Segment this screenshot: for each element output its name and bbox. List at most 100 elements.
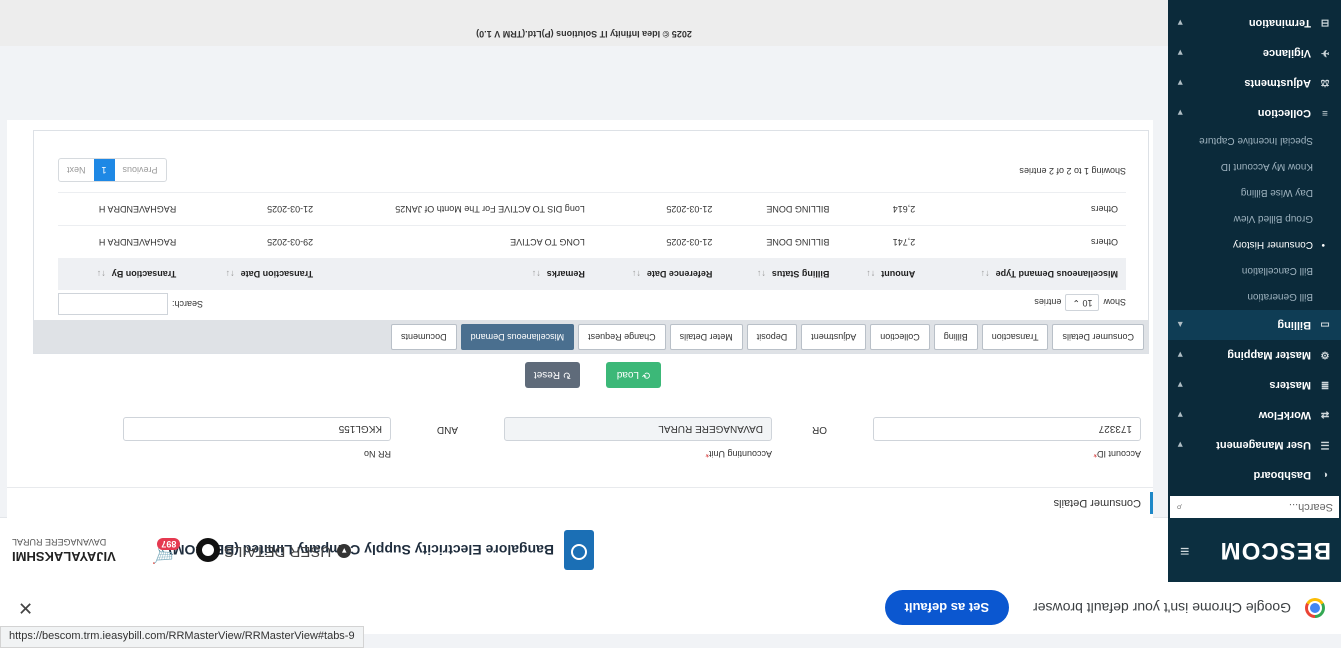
sidebar-subitem-bill-cancellation[interactable]: Bill Cancellation (1168, 258, 1341, 284)
sidebar-subitem-consumer-history[interactable]: Consumer History (1168, 232, 1341, 258)
tab-bar: Consumer Details Transaction Billing Col… (34, 320, 1148, 353)
column-header[interactable]: Transaction By ↑↓ (58, 258, 185, 290)
table-controls: Show 10 ⌄ entries Search: (34, 290, 1148, 320)
tab-documents[interactable]: Documents (391, 324, 457, 350)
entries-select[interactable]: 10 ⌄ (1065, 294, 1100, 311)
table-cell: 2,741 (837, 225, 924, 258)
status-url: https://bescom.trm.ieasybill.com/RRMaste… (0, 626, 364, 648)
sidebar-subitem-bill-generation[interactable]: Bill Generation (1168, 284, 1341, 310)
sidebar-item-label: Termination (1248, 17, 1311, 29)
sidebar-item-adjustments[interactable]: ⚖ Adjustments ▾ (1168, 68, 1341, 98)
sidebar-item-termination[interactable]: ⊟ Termination ▾ (1168, 8, 1341, 38)
close-icon[interactable]: ✕ (18, 597, 33, 618)
chevron-down-icon: ▾ (1178, 48, 1183, 59)
reset-button[interactable]: ↻ Reset (525, 362, 580, 388)
accounting-unit-select[interactable]: DAVANAGERE RURAL (504, 417, 772, 441)
set-default-button[interactable]: Set as default (884, 590, 1010, 626)
table-search-input[interactable] (58, 293, 168, 315)
table-cell: 2,614 (837, 192, 924, 226)
avatar[interactable] (196, 538, 220, 562)
rr-no-label: RR No (363, 449, 391, 459)
table-footer: Showing 1 to 2 of 2 entries Previous 1 N… (34, 156, 1148, 192)
column-header[interactable]: Transaction Date ↑↓ (184, 258, 322, 290)
table-info: Showing 1 to 2 of 2 entries (1019, 166, 1126, 176)
sort-icon: ↑↓ (225, 269, 235, 279)
table-row: Others 2,741 BILLING DONE 21-03-2025 LON… (58, 225, 1126, 258)
sidebar-subitem-label: Group Billed View (1233, 213, 1313, 225)
chevron-down-icon: ▾ (1178, 78, 1183, 89)
misc-demand-table: Miscellaneous Demand Type ↑↓ Amount ↑↓ Bil… (58, 192, 1126, 290)
sidebar-search-input[interactable]: Search... ⌕ (1170, 496, 1339, 518)
cart-icon[interactable]: 🛒 897 (152, 538, 181, 564)
sidebar-item-label: WorkFlow (1258, 409, 1311, 421)
chrome-icon (1305, 598, 1325, 618)
previous-button[interactable]: Previous (115, 159, 166, 181)
sidebar-subitem-know-my-account-id[interactable]: Know My Account ID (1168, 154, 1341, 180)
rr-no-input[interactable]: KKGL155 (123, 417, 391, 441)
table-cell: BILLING DONE (720, 192, 838, 226)
tab-consumer-details[interactable]: Consumer Details (1052, 324, 1144, 350)
column-header[interactable]: Remarks ↑↓ (321, 258, 593, 290)
user-name: VIJAYALAKSHMI (12, 549, 116, 564)
sidebar-item-dashboard[interactable]: ◐ Dashboard (1168, 460, 1341, 490)
accounting-unit-label-text: Accounting Unit (708, 449, 772, 459)
load-icon: ⟳ (639, 369, 651, 381)
hamburger-icon[interactable]: ≡ (1180, 541, 1189, 559)
billing-icon: ▭ (1320, 319, 1330, 331)
sort-icon: ↑↓ (866, 269, 876, 279)
column-header-label: Amount (881, 269, 916, 279)
tab-change-request[interactable]: Change Request (578, 324, 666, 350)
show-label: Show (1103, 297, 1126, 308)
page-button[interactable]: 1 (93, 159, 115, 181)
user-details-toggle[interactable]: ▾ USER DETAILS (224, 543, 352, 560)
tab-meter-details[interactable]: Meter Details (669, 324, 743, 350)
table-cell: 29-03-2025 (184, 225, 322, 258)
sidebar-item-label: User Management (1216, 439, 1311, 451)
brand-bar: BESCOM ≡ (1168, 518, 1341, 582)
entries-control: Show 10 ⌄ entries (1034, 294, 1126, 311)
sort-icon: ↑↓ (531, 269, 541, 279)
column-header[interactable]: Billing Status ↑↓ (720, 258, 838, 290)
tab-collection[interactable]: Collection (870, 324, 930, 350)
sort-icon: ↑↓ (980, 269, 990, 279)
column-header[interactable]: Miscellaneous Demand Type ↑↓ (923, 258, 1126, 290)
brand-title: BESCOM (1219, 537, 1331, 564)
sidebar-item-label: Master Mapping (1227, 349, 1311, 361)
sidebar-subitem-label: Bill Cancellation (1241, 265, 1313, 277)
sidebar-item-vigilance[interactable]: ✈ Vigilance ▾ (1168, 38, 1341, 68)
sidebar-item-user-management[interactable]: ☰ User Management ▾ (1168, 430, 1341, 460)
sidebar-item-billing[interactable]: ▭ Billing ▴ (1168, 310, 1341, 340)
tab-billing[interactable]: Billing (933, 324, 978, 350)
sidebar-item-workflow[interactable]: ⇄ WorkFlow ▾ (1168, 400, 1341, 430)
tab-transaction[interactable]: Transaction (981, 324, 1049, 350)
sidebar-subitem-group-billed-view[interactable]: Group Billed View (1168, 206, 1341, 232)
sidebar-item-label: Vigilance (1262, 47, 1311, 59)
adjustments-icon: ⚖ (1320, 77, 1330, 89)
sidebar-subitem-label: Know My Account ID (1220, 161, 1313, 173)
sidebar-item-collection[interactable]: ≡ Collection ▾ (1168, 98, 1341, 128)
table-cell: 21-03-2025 (592, 225, 721, 258)
sidebar-subitem-label: Day Wise Billing (1240, 187, 1313, 199)
tab-deposit[interactable]: Deposit (746, 324, 798, 350)
cart-badge: 897 (157, 538, 181, 550)
default-browser-message: Google Chrome isn't your default browser (1033, 600, 1291, 616)
load-button[interactable]: ⟳ Load (606, 362, 661, 388)
tab-adjustment[interactable]: Adjustment (801, 324, 867, 350)
table-cell: Long DIS TO ACTIVE For The Month Of JAN2… (321, 192, 593, 226)
chevron-down-icon: ▾ (1178, 380, 1183, 391)
column-header[interactable]: Amount ↑↓ (837, 258, 924, 290)
column-header-label: Reference Date (646, 269, 713, 279)
next-button[interactable]: Next (59, 159, 94, 181)
sidebar-subitem-special-incentive-capture[interactable]: Special Incentive Capture (1168, 128, 1341, 154)
column-header[interactable]: Reference Date ↑↓ (592, 258, 721, 290)
account-id-input[interactable]: 173327 (873, 417, 1141, 441)
sidebar-item-master-mapping[interactable]: ⚙ Master Mapping ▾ (1168, 340, 1341, 370)
sidebar-subitem-label: Consumer History (1232, 239, 1313, 251)
sidebar-subitem-day-wise-billing[interactable]: Day Wise Billing (1168, 180, 1341, 206)
table-cell: BILLING DONE (720, 225, 838, 258)
sidebar-item-masters[interactable]: ≣ Masters ▾ (1168, 370, 1341, 400)
table-row: Others 2,614 BILLING DONE 21-03-2025 Lon… (58, 192, 1126, 226)
table-cell: Others (923, 192, 1126, 226)
tab-miscellaneous-demand[interactable]: Miscellaneous Demand (460, 324, 575, 350)
search-label: Search: (172, 299, 204, 309)
